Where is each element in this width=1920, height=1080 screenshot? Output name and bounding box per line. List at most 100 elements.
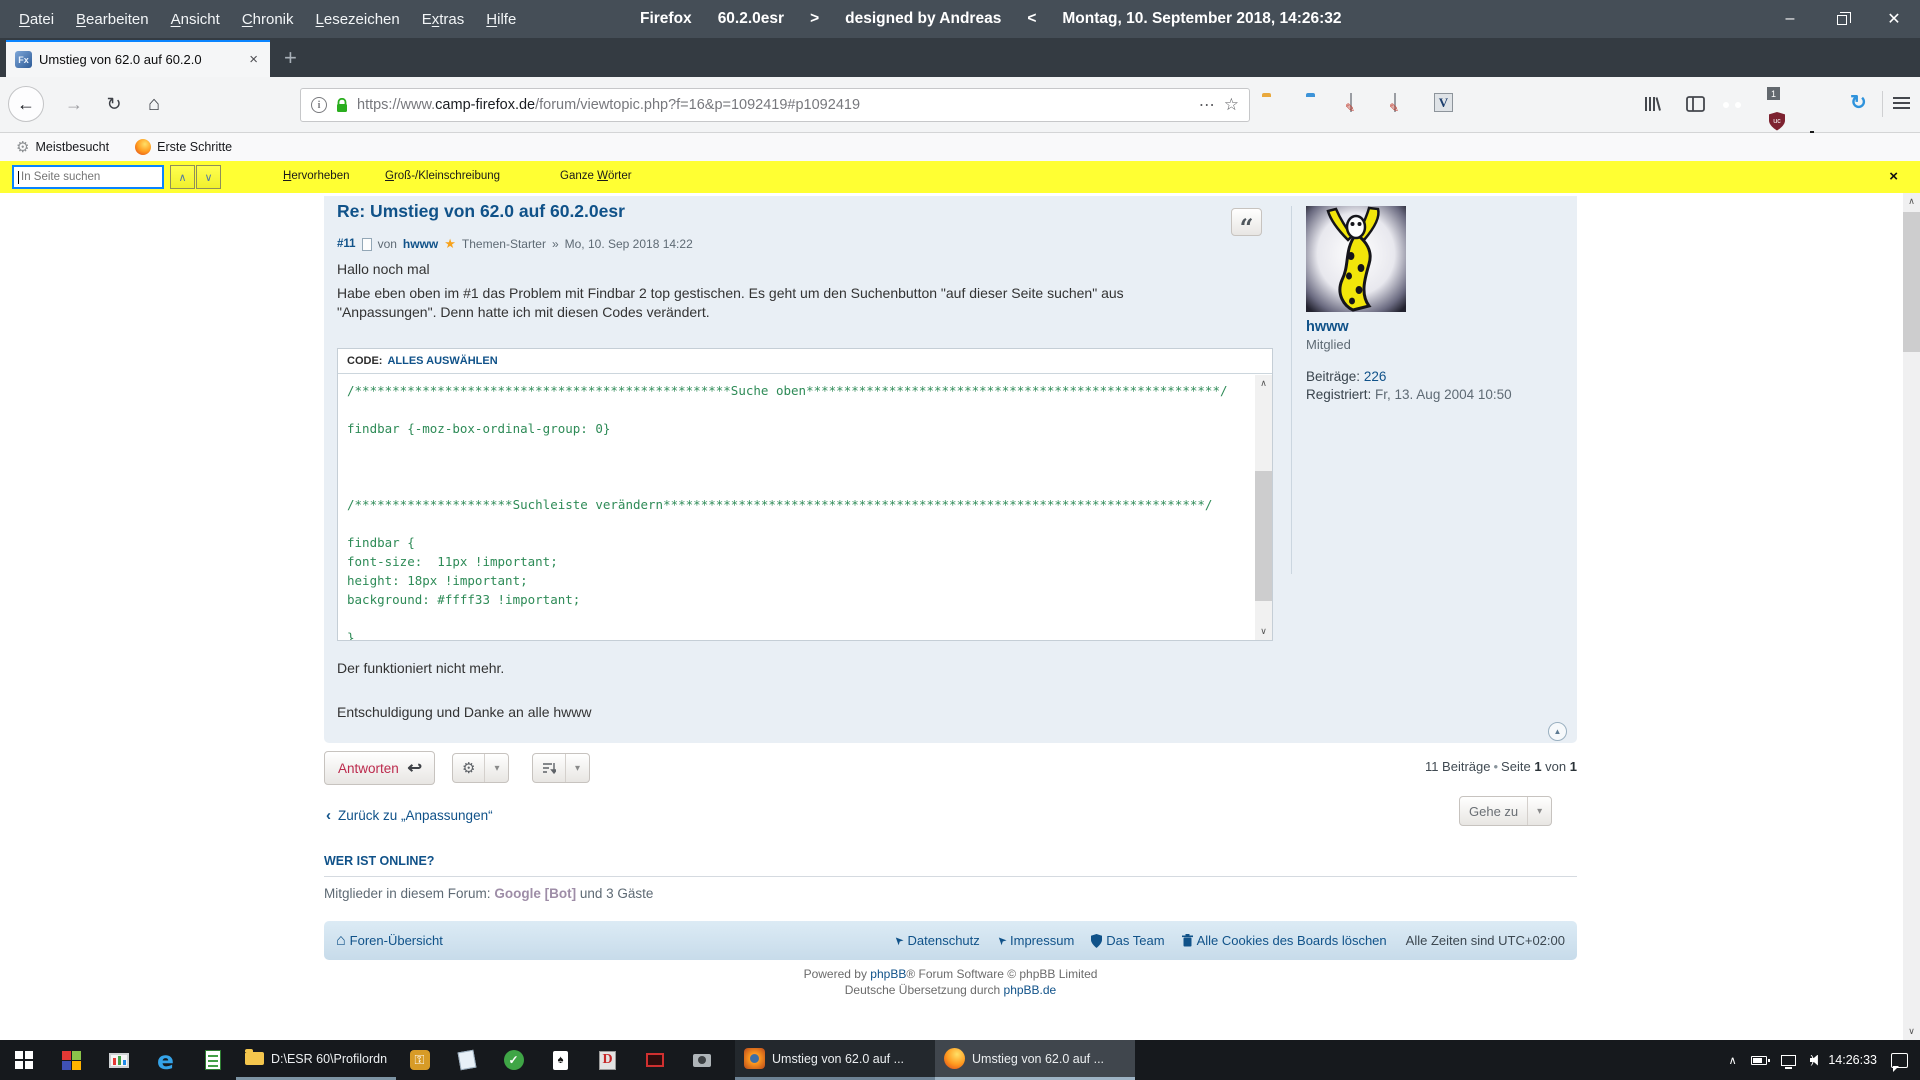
url-bar[interactable]: i https://www.camp-firefox.de/forum/view… [300, 88, 1250, 122]
phpbb-de-link[interactable]: phpBB.de [1004, 983, 1057, 997]
taskbar-app-keepass[interactable]: ⚿ [396, 1040, 443, 1080]
chevron-down-icon[interactable]: ▾ [485, 754, 508, 782]
menu-bearbeiten[interactable]: Bearbeiten [65, 11, 160, 28]
scroll-up-icon[interactable]: ∧ [1255, 375, 1272, 392]
forum-overview-link[interactable]: ⌂ Foren-Übersicht [336, 932, 443, 950]
close-button[interactable]: ✕ [1868, 0, 1920, 38]
action-center-icon[interactable] [1891, 1053, 1908, 1068]
goto-label[interactable]: Gehe zu [1460, 797, 1527, 825]
post-permalink-icon[interactable] [362, 238, 372, 251]
taskbar-app-colorful[interactable] [48, 1040, 95, 1080]
sync-extension-icon[interactable]: ↻ [1850, 90, 1867, 115]
back-to-top-button[interactable]: ▲ [1548, 722, 1567, 741]
taskbar-app-solitaire[interactable]: ♠ [537, 1040, 584, 1080]
page-scrollbar[interactable]: ∧ ∨ [1903, 193, 1920, 1040]
impressum-link[interactable]: ➤Impressum [997, 933, 1075, 948]
url-path: /forum/viewtopic.php?f=16&p=1092419#p109… [535, 97, 860, 113]
battery-icon[interactable] [1751, 1056, 1767, 1065]
sort-icon[interactable] [533, 754, 565, 782]
taskbar-app-camera[interactable] [678, 1040, 725, 1080]
find-next-button[interactable]: ∨ [196, 165, 221, 189]
highlight-all-toggle[interactable]: Hervorheben [283, 170, 350, 182]
taskbar-app-dvbviewer[interactable]: D [584, 1040, 631, 1080]
code-scrollbar[interactable]: ∧ ∨ [1255, 375, 1272, 640]
home-icon: ⌂ [336, 932, 346, 950]
whole-words-toggle[interactable]: Ganze Wörter [560, 170, 632, 182]
taskbar-window-explorer[interactable]: D:\ESR 60\Profilordne... [236, 1040, 396, 1080]
goto-button[interactable]: Gehe zu ▾ [1459, 796, 1552, 826]
post-number-link[interactable]: #11 [337, 238, 356, 250]
back-to-forum-link[interactable]: ‹ Zurück zu „Anpassungen“ [326, 807, 493, 824]
reload-button[interactable]: ↻ [98, 88, 130, 120]
post-author-link[interactable]: hwww [403, 237, 438, 251]
phpbb-link[interactable]: phpBB [870, 967, 906, 981]
tab-close-icon[interactable]: × [246, 51, 261, 68]
network-icon[interactable] [1781, 1055, 1796, 1066]
scroll-up-icon[interactable]: ∧ [1903, 193, 1920, 210]
menu-chronik[interactable]: Chronik [231, 11, 305, 28]
tray-clock[interactable]: 14:26:33 [1828, 1053, 1877, 1067]
sort-button[interactable]: ▾ [532, 753, 590, 783]
title-version: 60.2.0esr [718, 10, 784, 28]
code-select-all-link[interactable]: ALLES AUSWÄHLEN [387, 355, 497, 367]
sidebar-icon[interactable] [1686, 96, 1705, 112]
chevron-down-icon[interactable]: ▾ [1528, 797, 1551, 825]
team-link[interactable]: Das Team [1091, 933, 1164, 948]
page-info-icon[interactable]: i [311, 97, 327, 113]
edit-document-icon-2[interactable]: ✎ [1394, 93, 1396, 112]
code-scrollbar-thumb[interactable] [1255, 471, 1272, 601]
chevron-down-icon[interactable]: ▾ [566, 754, 589, 782]
taskbar-app-greendoc[interactable] [189, 1040, 236, 1080]
scroll-down-icon[interactable]: ∨ [1903, 1023, 1920, 1040]
bookmark-most-visited[interactable]: ⚙ Meistbesucht [16, 138, 109, 156]
menu-hilfe[interactable]: Hilfe [475, 11, 527, 28]
tab-active[interactable]: Fx Umstieg von 62.0 auf 60.2.0 × [6, 40, 270, 77]
taskbar-window-firefox-2[interactable]: Umstieg von 62.0 auf ... [935, 1040, 1135, 1080]
bookmark-star-icon[interactable]: ☆ [1224, 95, 1239, 115]
delete-cookies-link[interactable]: Alle Cookies des Boards löschen [1182, 933, 1387, 948]
find-input[interactable]: In Seite suchen [12, 165, 164, 189]
avatar[interactable] [1306, 206, 1406, 312]
url-text[interactable]: https://www.camp-firefox.de/forum/viewto… [357, 97, 1190, 113]
google-bot-link[interactable]: Google [Bot] [494, 886, 576, 901]
page-actions-icon[interactable]: ⋯ [1199, 95, 1215, 115]
menu-ansicht[interactable]: Ansicht [160, 11, 231, 28]
restore-button[interactable] [1816, 0, 1868, 38]
edit-document-icon[interactable]: ✎ [1350, 93, 1352, 112]
profile-username-link[interactable]: hwww [1306, 319, 1571, 335]
wrench-icon[interactable]: ⚙ [453, 754, 484, 782]
volume-icon[interactable]: ) [1810, 1054, 1815, 1066]
menu-extras[interactable]: Extras [411, 11, 476, 28]
back-button[interactable]: ← [8, 86, 44, 122]
v-extension-icon[interactable]: V [1434, 93, 1453, 112]
ublock-shield-icon[interactable]: uc 1 [1768, 111, 1920, 132]
bookmark-getting-started[interactable]: Erste Schritte [135, 139, 232, 155]
tray-expand-icon[interactable]: ∧ [1729, 1054, 1737, 1067]
taskbar-app-notepad[interactable] [443, 1040, 490, 1080]
menu-lesezeichen[interactable]: Lesezeichen [305, 11, 411, 28]
taskbar-app-edge[interactable]: e [142, 1040, 189, 1080]
minimize-button[interactable]: – [1764, 0, 1816, 38]
page-scrollbar-thumb[interactable] [1903, 212, 1920, 352]
datenschutz-link[interactable]: ➤Datenschutz [894, 933, 979, 948]
topic-tools-button[interactable]: ⚙ ▾ [452, 753, 509, 783]
match-case-toggle[interactable]: Groß-/Kleinschreibung [385, 170, 500, 182]
home-button[interactable]: ⌂ [138, 88, 170, 120]
taskbar-app-remote[interactable] [631, 1040, 678, 1080]
quote-button[interactable]: “ [1231, 208, 1262, 236]
start-button[interactable] [0, 1040, 48, 1080]
scroll-down-icon[interactable]: ∨ [1255, 623, 1272, 640]
menu-datei[interactable]: Datei [8, 11, 65, 28]
menu-hamburger-icon[interactable] [1893, 97, 1910, 109]
find-close-icon[interactable]: × [1889, 168, 1898, 185]
library-icon[interactable] [1642, 94, 1662, 114]
posts-count-link[interactable]: 226 [1364, 369, 1387, 384]
taskbar-app-antivirus[interactable]: ✓ [490, 1040, 537, 1080]
find-previous-button[interactable]: ∧ [170, 165, 195, 189]
forward-button[interactable]: → [58, 88, 90, 120]
taskbar-app-presentation[interactable] [95, 1040, 142, 1080]
new-tab-button[interactable]: + [284, 45, 297, 71]
d-letter-icon: D [599, 1051, 616, 1070]
taskbar-window-firefox-1[interactable]: Umstieg von 62.0 auf ... [735, 1040, 935, 1080]
reply-button[interactable]: Antworten ↩ [324, 751, 435, 785]
